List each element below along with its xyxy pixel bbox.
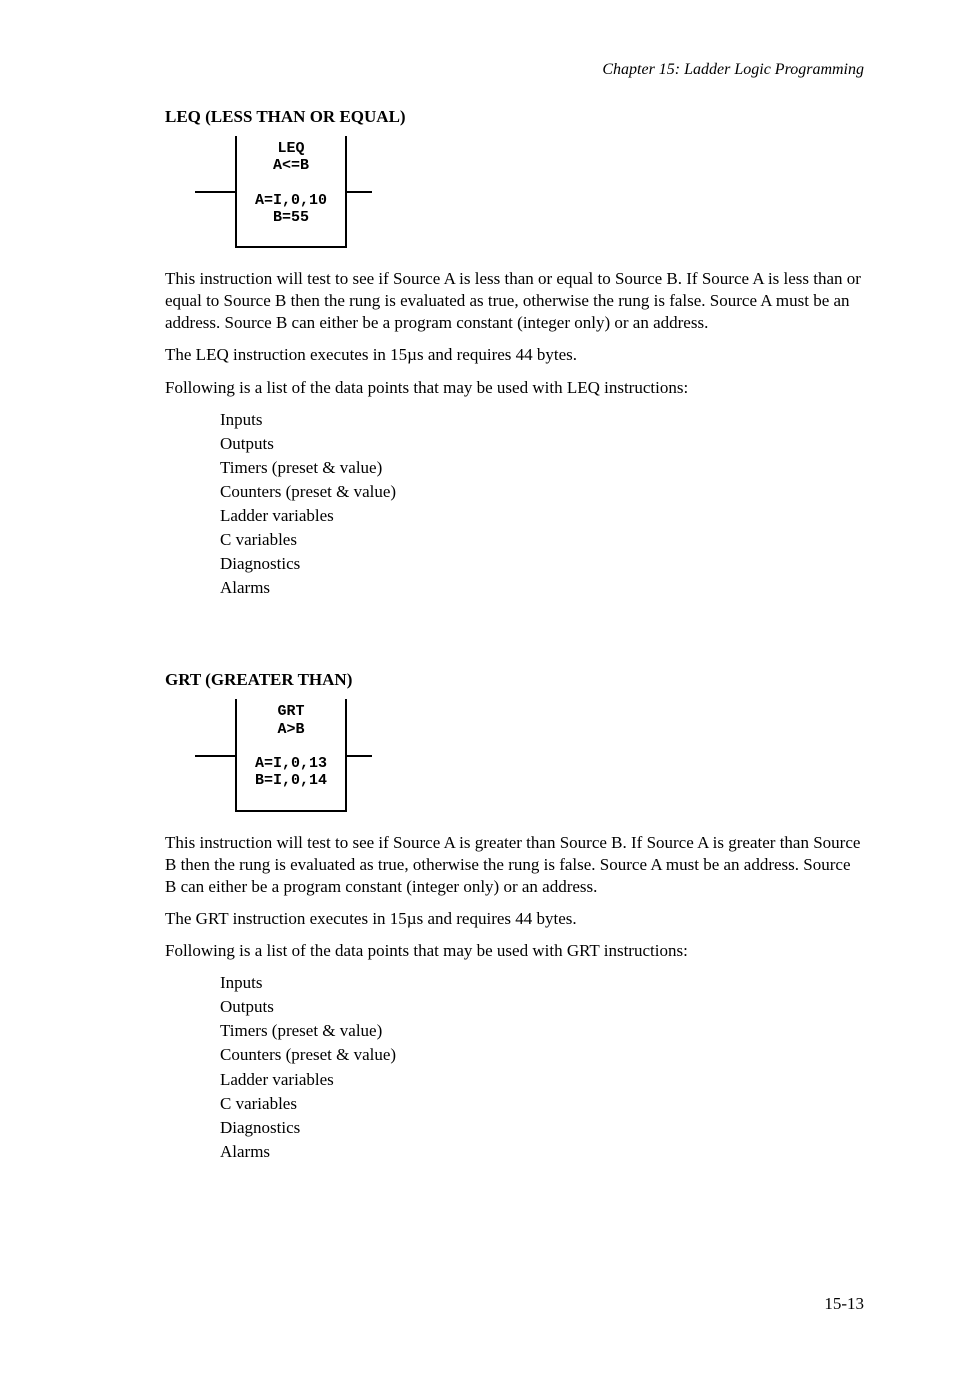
list-item: Alarms	[220, 1141, 864, 1163]
list-item: Inputs	[220, 972, 864, 994]
list-item: Diagnostics	[220, 1117, 864, 1139]
diagram-grt: GRT A>B A=I,0,13 B=I,0,14	[195, 699, 864, 811]
paragraph: Following is a list of the data points t…	[165, 940, 864, 962]
ladder-rail-left	[195, 755, 235, 757]
list-item: Diagnostics	[220, 553, 864, 575]
ladder-rail-left	[195, 191, 235, 193]
list-item: C variables	[220, 529, 864, 551]
paragraph: The GRT instruction executes in 15µs and…	[165, 908, 864, 930]
datapoints-list: Inputs Outputs Timers (preset & value) C…	[220, 409, 864, 600]
ladder-rail-right	[347, 191, 372, 193]
paragraph: This instruction will test to see if Sou…	[165, 832, 864, 898]
paragraph: Following is a list of the data points t…	[165, 377, 864, 399]
section-heading-grt: GRT (GREATER THAN)	[165, 669, 864, 691]
paragraph: The LEQ instruction executes in 15µs and…	[165, 344, 864, 366]
instruction-box: LEQ A<=B A=I,0,10 B=55	[235, 136, 347, 248]
paragraph: This instruction will test to see if Sou…	[165, 268, 864, 334]
ladder-rail-right	[347, 755, 372, 757]
instruction-box: GRT A>B A=I,0,13 B=I,0,14	[235, 699, 347, 811]
list-item: Alarms	[220, 577, 864, 599]
list-item: C variables	[220, 1093, 864, 1115]
list-item: Counters (preset & value)	[220, 481, 864, 503]
list-item: Timers (preset & value)	[220, 1020, 864, 1042]
page-number: 15-13	[165, 1293, 864, 1315]
list-item: Outputs	[220, 433, 864, 455]
list-item: Ladder variables	[220, 1069, 864, 1091]
datapoints-list: Inputs Outputs Timers (preset & value) C…	[220, 972, 864, 1163]
list-item: Outputs	[220, 996, 864, 1018]
list-item: Timers (preset & value)	[220, 457, 864, 479]
list-item: Ladder variables	[220, 505, 864, 527]
chapter-header: Chapter 15: Ladder Logic Programming	[165, 60, 864, 81]
list-item: Inputs	[220, 409, 864, 431]
section-heading-leq: LEQ (LESS THAN OR EQUAL)	[165, 106, 864, 128]
diagram-leq: LEQ A<=B A=I,0,10 B=55	[195, 136, 864, 248]
list-item: Counters (preset & value)	[220, 1044, 864, 1066]
